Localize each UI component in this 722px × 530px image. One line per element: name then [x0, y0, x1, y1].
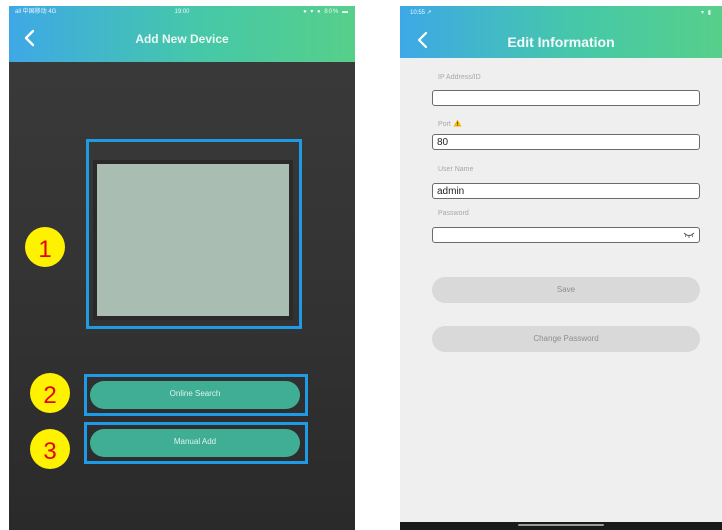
port-label: Port	[438, 121, 451, 128]
step-marker-2: 2	[30, 373, 70, 413]
page-title: Add New Device	[135, 32, 229, 46]
port-label-row: Port	[438, 119, 462, 128]
status-bar: all 中国移动 4G 19:00 ● ▾ ● 80% ▬	[9, 6, 355, 18]
change-password-button[interactable]: Change Password	[432, 326, 700, 352]
page-title: Edit Information	[507, 34, 615, 50]
step-marker-1: 1	[25, 227, 65, 267]
save-button[interactable]: Save	[432, 277, 700, 303]
nav-header: 10:55 ↗ ▾ ▮ Edit Information	[400, 6, 722, 58]
qr-scan-area[interactable]	[93, 160, 293, 320]
manual-add-button[interactable]: Manual Add	[90, 429, 300, 457]
status-icons: ▾ ▮	[701, 10, 712, 16]
ip-address-label: IP Address/ID	[438, 74, 481, 81]
status-time: 10:55 ↗	[410, 10, 432, 16]
warning-icon[interactable]	[453, 119, 462, 127]
nav-header: Add New Device	[9, 18, 355, 62]
port-input[interactable]: 80	[432, 134, 700, 150]
edit-information-screen: 10:55 ↗ ▾ ▮ Edit Information IP Address/…	[400, 6, 722, 530]
step-marker-3: 3	[30, 429, 70, 469]
username-label: User Name	[438, 166, 474, 173]
status-bar: 10:55 ↗ ▾ ▮	[400, 6, 722, 20]
home-indicator[interactable]	[518, 524, 604, 526]
online-search-button[interactable]: Online Search	[90, 381, 300, 409]
password-label: Password	[438, 210, 469, 217]
password-field[interactable]	[432, 227, 700, 243]
status-icons: ● ▾ ● 80% ▬	[303, 9, 349, 15]
username-input[interactable]: admin	[432, 183, 700, 199]
home-bar	[400, 522, 722, 530]
screenshot-stage: all 中国移动 4G 19:00 ● ▾ ● 80% ▬ Add New De…	[0, 0, 722, 530]
eye-closed-icon[interactable]	[683, 231, 695, 239]
ip-address-input[interactable]	[432, 90, 700, 106]
